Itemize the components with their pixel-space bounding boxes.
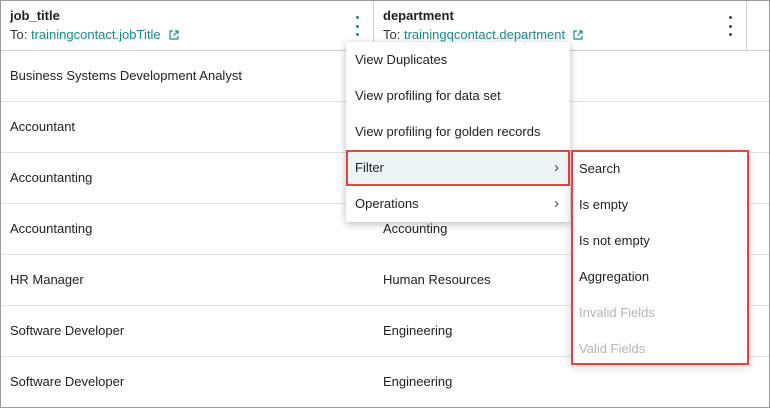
cell-department: Human Resources	[383, 272, 491, 287]
cell-job-title: Accountanting	[10, 170, 93, 185]
external-link-icon[interactable]	[168, 28, 179, 43]
menu-item-view-profiling-data-set[interactable]: View profiling for data set	[346, 78, 570, 114]
menu-item-label: View Duplicates	[355, 52, 448, 67]
menu-item-view-profiling-golden-records[interactable]: View profiling for golden records	[346, 114, 570, 150]
menu-item-operations[interactable]: Operations ›	[346, 186, 570, 222]
mapping-link[interactable]: trainingqcontact.department	[404, 27, 565, 42]
menu-item-label: Operations	[355, 196, 419, 211]
external-link-icon[interactable]	[573, 28, 583, 43]
menu-item-filter[interactable]: Filter ›	[346, 150, 570, 186]
cell-job-title: Software Developer	[10, 374, 125, 389]
cell-job-title: HR Manager	[10, 272, 84, 287]
column-context-menu: View Duplicates View profiling for data …	[346, 42, 570, 222]
submenu-item-invalid-fields: Invalid Fields	[579, 305, 655, 320]
cell-job-title: Accountant	[10, 119, 76, 134]
column-name: department	[383, 8, 454, 23]
mapping-prefix: To:	[383, 27, 401, 42]
cell-department: Engineering	[383, 323, 453, 338]
column-header-job-title[interactable]: job_title To: trainingcontact.jobTitle	[1, 1, 374, 50]
submenu-item-is-not-empty[interactable]: Is not empty	[573, 224, 747, 260]
menu-item-view-duplicates[interactable]: View Duplicates	[346, 42, 570, 78]
kebab-menu-icon[interactable]	[352, 16, 362, 36]
filter-submenu: Search Is empty Is not empty Aggregation…	[571, 150, 749, 365]
menu-item-label: Filter	[355, 160, 384, 175]
menu-item-label: View profiling for golden records	[355, 124, 541, 139]
submenu-item-search[interactable]: Search	[573, 152, 747, 188]
mapping-link[interactable]: trainingcontact.jobTitle	[31, 27, 161, 42]
cell-department: Engineering	[383, 374, 453, 389]
submenu-item-valid-fields: Valid Fields	[579, 341, 646, 356]
cell-job-title: Business Systems Development Analyst	[10, 68, 242, 83]
cell-job-title: Accountanting	[10, 221, 93, 236]
column-name: job_title	[10, 8, 60, 23]
column-mapping: To: trainingqcontact.department	[383, 27, 583, 43]
submenu-item-is-empty[interactable]: Is empty	[573, 188, 747, 224]
submenu-item-aggregation[interactable]: Aggregation	[573, 260, 747, 296]
cell-job-title: Software Developer	[10, 323, 125, 338]
kebab-menu-icon[interactable]	[725, 16, 735, 36]
mapping-prefix: To:	[10, 27, 28, 42]
chevron-right-icon: ›	[554, 195, 559, 212]
menu-item-label: View profiling for data set	[355, 88, 501, 103]
column-mapping: To: trainingcontact.jobTitle	[10, 27, 179, 43]
chevron-right-icon: ›	[554, 159, 559, 176]
